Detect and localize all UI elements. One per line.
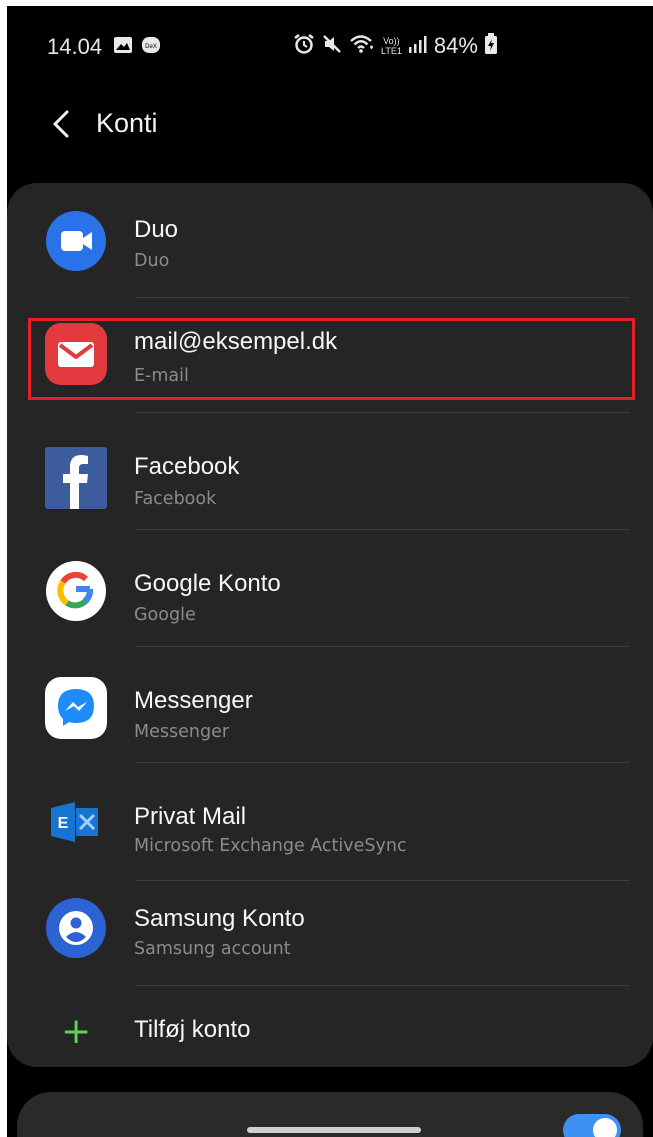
account-title: Google Konto: [134, 570, 281, 597]
toggle-knob: [593, 1118, 617, 1137]
account-row-duo[interactable]: Duo Duo: [7, 183, 653, 299]
account-row-google[interactable]: Google Konto Google: [7, 530, 653, 646]
signal-icon: [408, 34, 428, 58]
duo-icon: [45, 210, 107, 272]
battery-charging-icon: [484, 33, 498, 59]
volte-label: Vo)): [383, 36, 400, 46]
divider: [135, 985, 630, 986]
lte-label: LTE1: [381, 46, 402, 56]
add-account-button[interactable]: + Tilføj konto: [7, 1006, 653, 1082]
account-title: Privat Mail: [134, 803, 247, 830]
account-title: Duo: [134, 216, 179, 243]
screen: 14.04 DeX Vo)) LTE1 84% Konti Duo Duo ma…: [7, 6, 653, 1137]
navigation-handle[interactable]: [247, 1127, 421, 1133]
add-account-label: Tilføj konto: [134, 1016, 251, 1043]
account-row-samsung[interactable]: Samsung Konto Samsung account: [7, 881, 653, 997]
facebook-icon: [45, 447, 107, 509]
status-right-group: Vo)) LTE1 84%: [293, 32, 498, 60]
wifi-icon: [349, 33, 375, 59]
account-subtitle: Google: [134, 605, 196, 625]
account-subtitle: Facebook: [134, 489, 217, 509]
dex-icon: DeX: [141, 36, 161, 58]
battery-percent: 84%: [433, 33, 478, 58]
alarm-icon: [293, 33, 315, 59]
sync-toggle[interactable]: [563, 1114, 621, 1137]
account-title: Facebook: [134, 453, 240, 480]
account-subtitle: Messenger: [134, 722, 230, 742]
account-subtitle: Samsung account: [134, 939, 291, 959]
samsung-account-icon: [45, 897, 107, 959]
account-row-messenger[interactable]: Messenger Messenger: [7, 647, 653, 763]
account-row-facebook[interactable]: Facebook Facebook: [7, 413, 653, 529]
network-type: Vo)) LTE1: [381, 36, 402, 56]
plus-icon: +: [61, 1011, 92, 1052]
status-bar: 14.04 DeX Vo)) LTE1 84%: [7, 6, 653, 84]
exchange-icon: E: [45, 791, 107, 853]
app-header: Konti: [7, 84, 653, 184]
highlight-box: [28, 318, 635, 400]
account-subtitle: Microsoft Exchange ActiveSync: [134, 836, 407, 856]
back-button[interactable]: [39, 104, 83, 148]
chevron-left-icon: [51, 109, 71, 143]
status-time: 14.04: [47, 34, 103, 59]
account-subtitle: Duo: [134, 251, 170, 271]
account-title: Messenger: [134, 687, 253, 714]
messenger-icon: [45, 677, 107, 739]
google-icon: [45, 560, 107, 622]
svg-text:E: E: [58, 815, 69, 832]
accounts-card: Duo Duo mail@eksempel.dk E-mail Facebook…: [7, 183, 653, 1067]
svg-text:DeX: DeX: [145, 44, 157, 50]
gallery-icon: [113, 36, 133, 58]
account-title: Samsung Konto: [134, 905, 305, 932]
page-title: Konti: [96, 108, 158, 138]
mute-icon: [321, 33, 343, 59]
account-row-exchange[interactable]: E Privat Mail Microsoft Exchange ActiveS…: [7, 763, 653, 879]
